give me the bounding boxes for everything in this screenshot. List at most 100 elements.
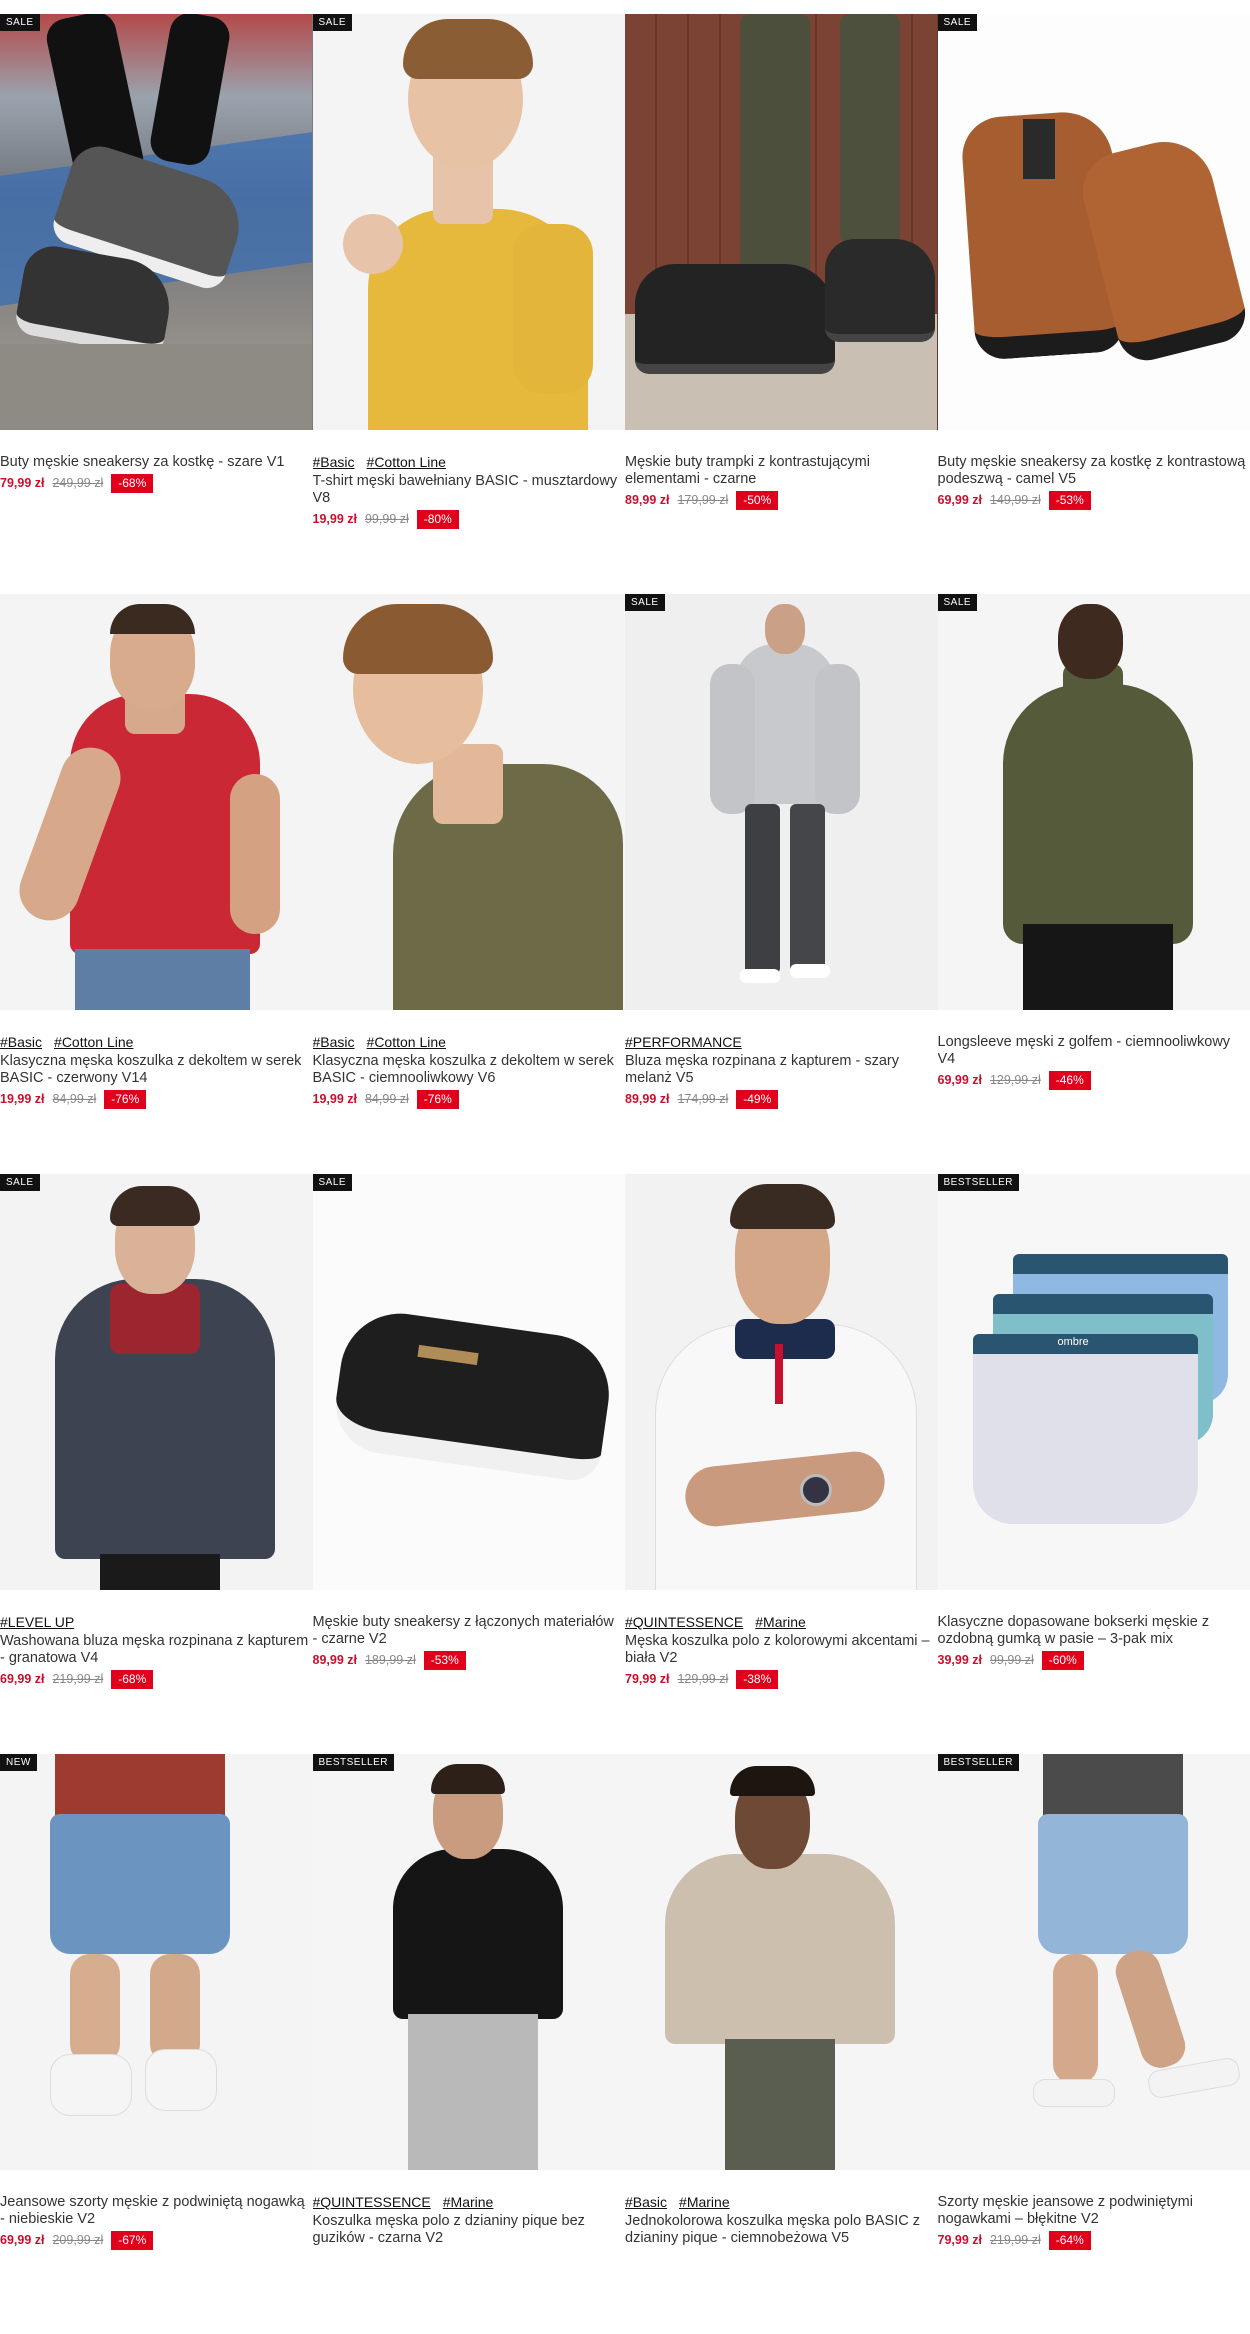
sale-badge: SALE bbox=[0, 14, 40, 31]
product-image[interactable]: ombre bbox=[938, 1174, 1250, 1590]
sale-badge: SALE bbox=[938, 594, 978, 611]
discount-badge: -38% bbox=[736, 1670, 778, 1689]
product-image[interactable] bbox=[0, 594, 313, 1010]
old-price: 249,99 zł bbox=[52, 475, 103, 492]
product-image[interactable] bbox=[625, 14, 938, 430]
product-image[interactable] bbox=[313, 594, 626, 1010]
product-name[interactable]: Klasyczna męska koszulka z dekoltem w se… bbox=[313, 1053, 622, 1087]
product-price: 89,99 zł bbox=[313, 1652, 357, 1669]
product-price: 79,99 zł bbox=[938, 2232, 982, 2249]
sale-badge: SALE bbox=[313, 14, 353, 31]
sale-badge: SALE bbox=[625, 594, 665, 611]
brand-label: ombre bbox=[1058, 1336, 1089, 1348]
product-card[interactable]: SALE #Basic #Cotton Line T-shirt męski ba… bbox=[313, 14, 626, 594]
tag-link[interactable]: #Basic bbox=[313, 1034, 355, 1050]
discount-badge: -64% bbox=[1049, 2231, 1091, 2250]
product-price: 69,99 zł bbox=[0, 2232, 44, 2249]
discount-badge: -60% bbox=[1042, 1651, 1084, 1670]
discount-badge: -76% bbox=[104, 1090, 146, 1109]
product-image[interactable] bbox=[313, 14, 626, 430]
product-price: 79,99 zł bbox=[0, 475, 44, 492]
discount-badge: -46% bbox=[1049, 1071, 1091, 1090]
old-price: 219,99 zł bbox=[52, 1671, 103, 1688]
product-image[interactable] bbox=[625, 1754, 938, 2170]
product-image[interactable] bbox=[0, 14, 313, 430]
product-price: 19,99 zł bbox=[313, 1091, 357, 1108]
product-image[interactable] bbox=[625, 594, 938, 1010]
tag-link[interactable]: #Cotton Line bbox=[367, 1034, 446, 1050]
sale-badge: SALE bbox=[938, 14, 978, 31]
product-card[interactable]: #Basic #Cotton Line Klasyczna męska koszu… bbox=[313, 594, 626, 1174]
tag-link[interactable]: #Marine bbox=[755, 1614, 806, 1630]
product-card[interactable]: BESTSELLER Szorty męskie jeansowe z podw… bbox=[938, 1754, 1250, 2334]
product-image[interactable] bbox=[313, 1174, 626, 1590]
product-name[interactable]: Męskie buty trampki z kontrastującymi el… bbox=[625, 454, 934, 488]
product-card[interactable]: SALE Buty męskie sneakersy za kostkę - s… bbox=[0, 14, 313, 594]
product-image[interactable] bbox=[0, 1754, 313, 2170]
product-name[interactable]: Klasyczna męska koszulka z dekoltem w se… bbox=[0, 1053, 309, 1087]
product-card[interactable]: #QUINTESSENCE #Marine Męska koszulka polo… bbox=[625, 1174, 938, 1754]
product-price: 69,99 zł bbox=[938, 1072, 982, 1089]
product-card[interactable]: SALE Longsleeve męski z golfem - ciemnoo… bbox=[938, 594, 1250, 1174]
product-card[interactable]: SALE Męskie buty sneakersy z łączonych m… bbox=[313, 1174, 626, 1754]
product-image[interactable] bbox=[938, 594, 1250, 1010]
old-price: 179,99 zł bbox=[677, 492, 728, 509]
discount-badge: -50% bbox=[736, 491, 778, 510]
product-image[interactable] bbox=[0, 1174, 313, 1590]
tag-link[interactable]: #Cotton Line bbox=[54, 1034, 133, 1050]
product-card[interactable]: Męskie buty trampki z kontrastującymi el… bbox=[625, 14, 938, 594]
tag-link[interactable]: #Basic bbox=[625, 2194, 667, 2210]
tag-link[interactable]: #QUINTESSENCE bbox=[625, 1614, 743, 1630]
old-price: 189,99 zł bbox=[365, 1652, 416, 1669]
product-card[interactable]: BESTSELLER #QUINTESSENCE#Marine Koszulka… bbox=[313, 1754, 626, 2334]
product-name[interactable]: Jednokolorowa koszulka męska polo BASIC … bbox=[625, 2213, 934, 2247]
old-price: 174,99 zł bbox=[677, 1091, 728, 1108]
product-name[interactable]: Szorty męskie jeansowe z podwiniętymi no… bbox=[938, 2194, 1247, 2228]
old-price: 129,99 zł bbox=[990, 1072, 1041, 1089]
tag-link[interactable]: #Cotton Line bbox=[367, 454, 446, 470]
product-price: 89,99 zł bbox=[625, 492, 669, 509]
product-name[interactable]: Klasyczne dopasowane bokserki męskie z o… bbox=[938, 1614, 1247, 1648]
old-price: 84,99 zł bbox=[365, 1091, 409, 1108]
product-name[interactable]: Buty męskie sneakersy za kostkę z kontra… bbox=[938, 454, 1247, 488]
old-price: 209,99 zł bbox=[52, 2232, 103, 2249]
product-name[interactable]: Jeansowe szorty męskie z podwiniętą noga… bbox=[0, 2194, 309, 2228]
tag-link[interactable]: #QUINTESSENCE bbox=[313, 2194, 431, 2210]
sale-badge: SALE bbox=[313, 1174, 353, 1191]
product-price: 69,99 zł bbox=[938, 492, 982, 509]
product-card[interactable]: ombre BESTSELLER Klasyczne dopasowane bo… bbox=[938, 1174, 1250, 1754]
tag-link[interactable]: #Basic bbox=[0, 1034, 42, 1050]
tag-link[interactable]: #Marine bbox=[443, 2194, 494, 2210]
discount-badge: -53% bbox=[424, 1651, 466, 1670]
product-image[interactable] bbox=[938, 14, 1250, 430]
product-name[interactable]: Longsleeve męski z golfem - ciemnooliwko… bbox=[938, 1034, 1247, 1068]
product-name[interactable]: Washowana bluza męska rozpinana z kaptur… bbox=[0, 1633, 309, 1667]
product-card[interactable]: SALE #PERFORMANCE Bluza męska rozpinana … bbox=[625, 594, 938, 1174]
product-card[interactable]: NEW Jeansowe szorty męskie z podwiniętą … bbox=[0, 1754, 313, 2334]
product-price: 39,99 zł bbox=[938, 1652, 982, 1669]
discount-badge: -68% bbox=[111, 474, 153, 493]
product-image[interactable] bbox=[938, 1754, 1250, 2170]
product-name[interactable]: Koszulka męska polo z dzianiny pique bez… bbox=[313, 2213, 622, 2247]
product-name[interactable]: Męskie buty sneakersy z łączonych materi… bbox=[313, 1614, 622, 1648]
tag-link[interactable]: #LEVEL UP bbox=[0, 1614, 74, 1630]
discount-badge: -68% bbox=[111, 1670, 153, 1689]
tag-link[interactable]: #Marine bbox=[679, 2194, 730, 2210]
product-price: 69,99 zł bbox=[0, 1671, 44, 1688]
product-image[interactable] bbox=[313, 1754, 626, 2170]
product-image[interactable] bbox=[625, 1174, 938, 1590]
product-card[interactable]: #Basic #Marine Jednokolorowa koszulka męs… bbox=[625, 1754, 938, 2334]
product-card[interactable]: SALE #LEVEL UP Washowana bluza męska roz… bbox=[0, 1174, 313, 1754]
tag-link[interactable]: #PERFORMANCE bbox=[625, 1034, 742, 1050]
tag-link[interactable]: #Basic bbox=[313, 454, 355, 470]
discount-badge: -49% bbox=[736, 1090, 778, 1109]
discount-badge: -76% bbox=[417, 1090, 459, 1109]
product-card[interactable]: #Basic #Cotton Line Klasyczna męska koszu… bbox=[0, 594, 313, 1174]
product-name[interactable]: T-shirt męski bawełniany BASIC - musztar… bbox=[313, 473, 622, 507]
old-price: 84,99 zł bbox=[52, 1091, 96, 1108]
product-card[interactable]: SALE Buty męskie sneakersy za kostkę z k… bbox=[938, 14, 1250, 594]
product-name[interactable]: Bluza męska rozpinana z kapturem - szary… bbox=[625, 1053, 934, 1087]
product-name[interactable]: Męska koszulka polo z kolorowymi akcenta… bbox=[625, 1633, 934, 1667]
product-name[interactable]: Buty męskie sneakersy za kostkę - szare … bbox=[0, 454, 309, 471]
old-price: 149,99 zł bbox=[990, 492, 1041, 509]
